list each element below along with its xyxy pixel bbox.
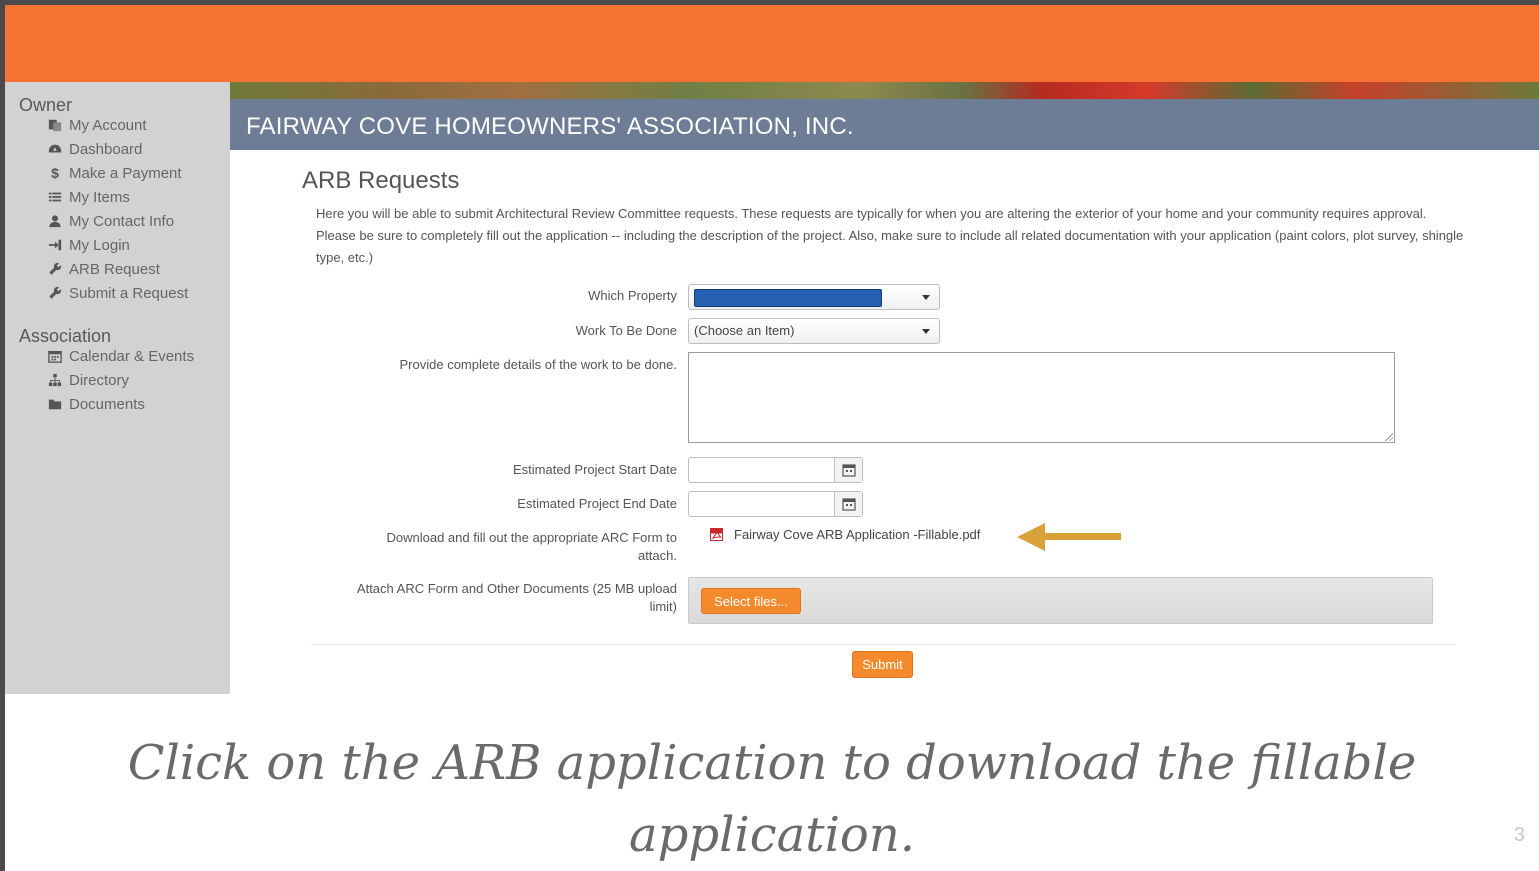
sidebar-item-label: My Items bbox=[69, 188, 130, 206]
sidebar-item-label: Submit a Request bbox=[69, 284, 189, 302]
sidebar-heading-owner: Owner bbox=[19, 95, 73, 115]
select-files-button[interactable]: Select files... bbox=[701, 588, 801, 614]
wrench-icon bbox=[47, 285, 63, 301]
work-details-label: Provide complete details of the work to … bbox=[399, 357, 678, 372]
arb-application-pdf-link[interactable]: Fairway Cove ARB Application -Fillable.p… bbox=[710, 527, 980, 542]
intro-text: Here you will be able to submit Architec… bbox=[316, 206, 1464, 265]
sidebar-item-label: Dashboard bbox=[69, 140, 143, 158]
slide-number: 3 bbox=[1513, 824, 1525, 846]
sidebar-item-directory[interactable]: Directory bbox=[47, 370, 129, 390]
start-date-input[interactable] bbox=[688, 457, 863, 483]
sidebar-item-dashboard[interactable]: Dashboard bbox=[47, 139, 142, 159]
dashboard-icon bbox=[47, 141, 63, 157]
caption-line-2: application. bbox=[629, 807, 915, 863]
account-icon bbox=[47, 117, 63, 133]
end-date-input[interactable] bbox=[688, 491, 863, 517]
sidebar-item-label: My Contact Info bbox=[69, 212, 175, 230]
redacted-property-value bbox=[694, 289, 882, 307]
sidebar-item-label: Documents bbox=[69, 395, 145, 413]
which-property-select[interactable] bbox=[688, 284, 940, 310]
header-photo-strip bbox=[230, 82, 1539, 99]
slide: Owner My Account Dashboard $ Make a Paym… bbox=[5, 5, 1539, 871]
sidebar: Owner My Account Dashboard $ Make a Paym… bbox=[5, 82, 230, 694]
top-orange-bar bbox=[5, 5, 1539, 82]
resize-handle[interactable] bbox=[1385, 433, 1393, 441]
calendar-icon[interactable] bbox=[834, 458, 862, 482]
sidebar-heading-association: Association bbox=[19, 326, 112, 346]
slide-caption: Click on the ARB application to download… bbox=[5, 727, 1539, 871]
sidebar-item-label: My Login bbox=[69, 236, 130, 254]
page-title: ARB Requests bbox=[302, 167, 460, 194]
work-to-be-done-value: (Choose an Item) bbox=[694, 323, 795, 338]
sitemap-icon bbox=[47, 372, 63, 388]
attach-documents-label: Attach ARC Form and Other Documents (25 … bbox=[356, 581, 677, 614]
chevron-down-icon bbox=[922, 295, 930, 300]
work-to-be-done-select[interactable]: (Choose an Item) bbox=[688, 318, 940, 344]
wrench-icon bbox=[47, 261, 63, 277]
sidebar-item-label: Make a Payment bbox=[69, 164, 182, 182]
list-icon bbox=[47, 189, 63, 205]
folder-icon bbox=[47, 396, 63, 412]
sidebar-item-documents[interactable]: Documents bbox=[47, 394, 145, 414]
sidebar-item-my-items[interactable]: My Items bbox=[47, 187, 130, 207]
sidebar-item-label: My Account bbox=[69, 116, 147, 134]
sidebar-item-label: Directory bbox=[69, 371, 130, 389]
work-details-textarea[interactable] bbox=[688, 352, 1395, 443]
site-title: FAIRWAY COVE HOMEOWNERS' ASSOCIATION, IN… bbox=[246, 113, 854, 140]
sidebar-item-my-contact-info[interactable]: My Contact Info bbox=[47, 211, 174, 231]
sidebar-item-submit-a-request[interactable]: Submit a Request bbox=[47, 283, 188, 303]
pointer-arrow-icon bbox=[1017, 523, 1121, 551]
sidebar-item-calendar-events[interactable]: Calendar & Events bbox=[47, 346, 194, 366]
sidebar-item-arb-request[interactable]: ARB Request bbox=[47, 259, 160, 279]
caption-line-1: Click on the ARB application to download… bbox=[127, 735, 1417, 791]
sidebar-item-make-a-payment[interactable]: $ Make a Payment bbox=[47, 163, 182, 183]
calendar-icon bbox=[47, 348, 63, 364]
sidebar-item-label: Calendar & Events bbox=[69, 347, 195, 365]
work-to-be-done-label: Work To Be Done bbox=[575, 323, 677, 338]
calendar-icon[interactable] bbox=[834, 492, 862, 516]
site-header: FAIRWAY COVE HOMEOWNERS' ASSOCIATION, IN… bbox=[230, 99, 1539, 150]
submit-button[interactable]: Submit bbox=[852, 651, 913, 678]
form-divider bbox=[311, 644, 1456, 645]
pdf-icon bbox=[710, 528, 723, 541]
chevron-down-icon bbox=[922, 329, 930, 334]
which-property-label: Which Property bbox=[588, 288, 677, 303]
sidebar-item-label: ARB Request bbox=[69, 260, 160, 278]
sidebar-item-my-account[interactable]: My Account bbox=[47, 115, 147, 135]
user-icon bbox=[47, 213, 63, 229]
sidebar-item-my-login[interactable]: My Login bbox=[47, 235, 130, 255]
pdf-file-name: Fairway Cove ARB Application -Fillable.p… bbox=[734, 527, 981, 542]
end-date-label: Estimated Project End Date bbox=[517, 496, 677, 511]
login-icon bbox=[47, 237, 63, 253]
file-upload-area[interactable]: Select files... bbox=[688, 577, 1433, 624]
dollar-icon: $ bbox=[51, 165, 59, 181]
download-form-label: Download and fill out the appropriate AR… bbox=[386, 530, 678, 563]
start-date-label: Estimated Project Start Date bbox=[512, 462, 677, 477]
